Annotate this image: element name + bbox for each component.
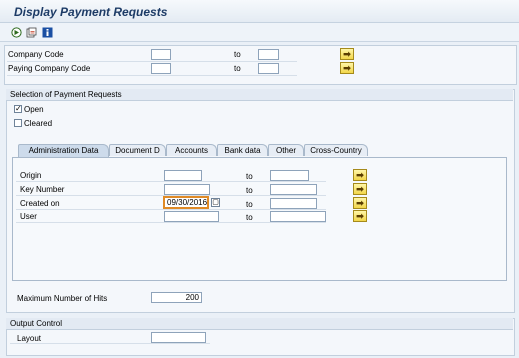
- arrow-right-icon: ➡: [343, 48, 351, 59]
- cleared-checkbox[interactable]: [14, 119, 22, 127]
- company-code-to-label: to: [234, 50, 241, 59]
- origin-from-input[interactable]: [164, 170, 202, 181]
- variant-icon[interactable]: [25, 26, 37, 38]
- selection-group-title: Selection of Payment Requests: [10, 90, 122, 99]
- tab-administration-data[interactable]: Administration Data: [18, 144, 109, 157]
- paying-company-code-to-input[interactable]: [258, 63, 279, 74]
- created-on-from-input[interactable]: 09/30/2016: [163, 196, 209, 209]
- page-title: Display Payment Requests: [14, 5, 168, 19]
- key-number-to-input[interactable]: [270, 184, 317, 195]
- created-on-multiple-selection-button[interactable]: ➡: [353, 197, 367, 209]
- origin-label: Origin: [20, 171, 42, 180]
- origin-to-label: to: [246, 172, 253, 181]
- key-number-label: Key Number: [20, 185, 65, 194]
- key-number-multiple-selection-button[interactable]: ➡: [353, 183, 367, 195]
- created-on-to-label: to: [246, 200, 253, 209]
- key-number-from-input[interactable]: [164, 184, 210, 195]
- arrow-right-icon: ➡: [356, 197, 364, 208]
- arrow-right-icon: ➡: [356, 210, 364, 221]
- arrow-right-icon: ➡: [356, 169, 364, 180]
- output-control-title: Output Control: [10, 319, 63, 328]
- layout-label: Layout: [17, 334, 42, 343]
- max-hits-label: Maximum Number of Hits: [17, 294, 108, 303]
- info-icon[interactable]: [41, 26, 53, 38]
- row-divider: [16, 222, 326, 223]
- tab-cross-country[interactable]: Cross-Country: [304, 144, 368, 156]
- origin-multiple-selection-button[interactable]: ➡: [353, 169, 367, 181]
- max-hits-input[interactable]: 200: [151, 292, 202, 303]
- row-divider: [16, 209, 326, 210]
- origin-to-input[interactable]: [270, 170, 309, 181]
- created-on-label: Created on: [20, 199, 60, 208]
- key-number-to-label: to: [246, 186, 253, 195]
- tab-other[interactable]: Other: [268, 144, 304, 156]
- open-label: Open: [24, 105, 44, 114]
- company-code-multiple-selection-button[interactable]: ➡: [340, 48, 354, 60]
- row-divider: [16, 181, 326, 182]
- row-divider: [7, 61, 297, 62]
- row-divider: [10, 343, 210, 344]
- company-code-label: Company Code: [8, 50, 64, 59]
- application-toolbar: [0, 23, 519, 42]
- tab-bank-data[interactable]: Bank data: [217, 144, 268, 156]
- user-multiple-selection-button[interactable]: ➡: [353, 210, 367, 222]
- open-checkbox[interactable]: ✓: [14, 105, 22, 113]
- tab-accounts[interactable]: Accounts: [166, 144, 217, 156]
- output-control-group-header: [6, 318, 513, 330]
- company-code-to-input[interactable]: [258, 49, 279, 60]
- row-divider: [7, 75, 297, 76]
- administration-data-panel: [12, 157, 507, 281]
- title-bar: Display Payment Requests: [0, 0, 519, 23]
- arrow-right-icon: ➡: [343, 62, 351, 73]
- paying-company-code-label: Paying Company Code: [8, 64, 91, 73]
- paying-company-code-multiple-selection-button[interactable]: ➡: [340, 62, 354, 74]
- execute-icon[interactable]: [10, 26, 22, 38]
- user-to-label: to: [246, 213, 253, 222]
- paying-company-code-to-label: to: [234, 64, 241, 73]
- arrow-right-icon: ➡: [356, 183, 364, 194]
- company-code-from-input[interactable]: [151, 49, 171, 60]
- tab-document-data[interactable]: Document D: [109, 144, 166, 156]
- calendar-icon[interactable]: ▢: [211, 198, 220, 207]
- user-to-input[interactable]: [270, 211, 326, 222]
- cleared-label: Cleared: [24, 119, 53, 128]
- user-from-input[interactable]: [164, 211, 219, 222]
- created-on-to-input[interactable]: [270, 198, 317, 209]
- layout-input[interactable]: [151, 332, 206, 343]
- paying-company-code-from-input[interactable]: [151, 63, 171, 74]
- user-label: User: [20, 212, 37, 221]
